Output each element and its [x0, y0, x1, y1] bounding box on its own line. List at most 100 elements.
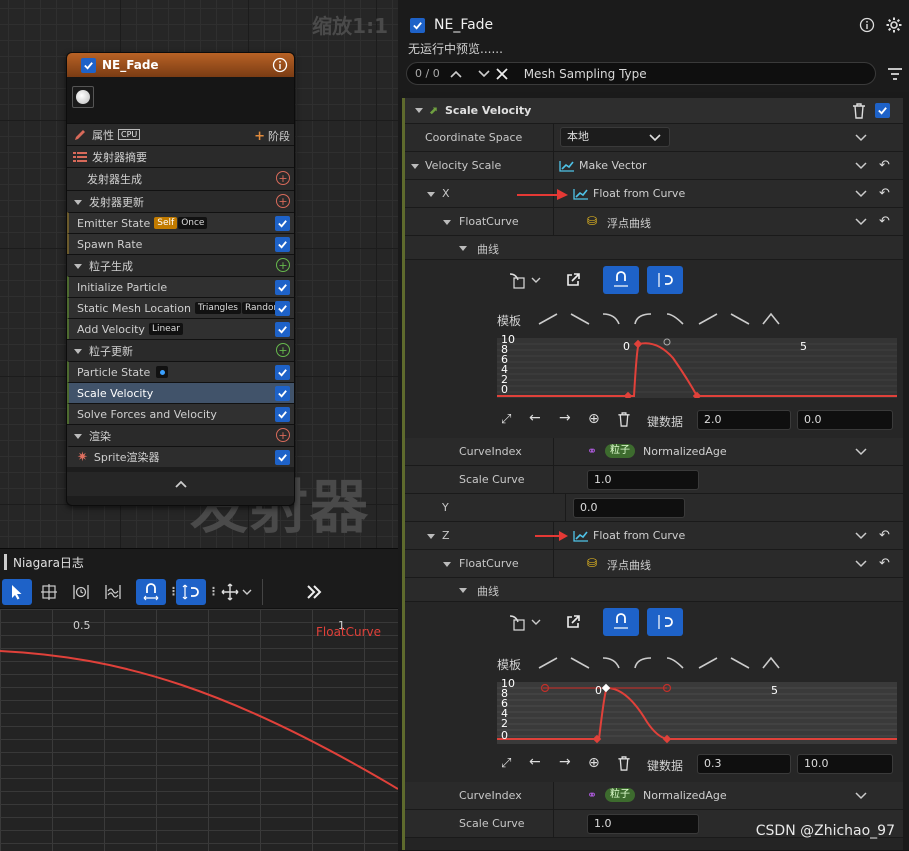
reset-icon[interactable]: ↶ [879, 158, 890, 173]
chevron-down-icon[interactable] [855, 162, 867, 170]
z-value[interactable]: Float from Curve [593, 529, 685, 542]
module-enable-checkbox[interactable] [275, 301, 290, 316]
collapse-arrow-icon[interactable] [443, 220, 451, 225]
floatcurve-value[interactable]: 浮点曲线 [607, 215, 651, 231]
module-enable-checkbox[interactable] [275, 407, 290, 422]
key-time-input[interactable]: 0.3 [697, 754, 791, 774]
curveindex-value[interactable]: NormalizedAge [643, 445, 727, 458]
curve-templates[interactable] [535, 310, 785, 328]
float-curve-line[interactable] [0, 609, 398, 851]
fit-view-icon[interactable]: ⤢ [501, 756, 511, 771]
module-enable-checkbox[interactable] [275, 322, 290, 337]
gear-icon[interactable] [885, 16, 903, 34]
curve-tangent-dropdown[interactable] [501, 266, 547, 294]
module-enable-checkbox[interactable] [275, 280, 290, 295]
retime-tool-button[interactable] [66, 579, 96, 605]
collapse-arrow-icon[interactable] [73, 261, 83, 271]
coordinate-space-dropdown[interactable]: 本地 [560, 127, 670, 147]
collapse-arrow-icon[interactable] [411, 164, 419, 169]
chevron-down-icon[interactable] [855, 448, 867, 456]
trash-icon[interactable] [852, 103, 866, 119]
filter-icon[interactable] [887, 67, 903, 81]
module-enable-checkbox[interactable] [275, 365, 290, 380]
add-module-button[interactable]: + [276, 194, 290, 208]
collapse-node-button[interactable] [67, 472, 294, 496]
module-sprite-renderer[interactable]: ✷ Sprite渲染器 [67, 446, 294, 467]
snap-value-button[interactable] [603, 608, 639, 636]
snap-time-button[interactable] [647, 608, 683, 636]
x-value[interactable]: Float from Curve [593, 187, 685, 200]
snap-time-button[interactable] [647, 266, 683, 294]
info-icon[interactable] [859, 17, 875, 33]
more-options-icon[interactable]: ⋮ [168, 585, 179, 598]
search-bar[interactable]: 0 / 0 Mesh Sampling Type [406, 62, 876, 85]
open-curve-editor-button[interactable] [555, 608, 591, 636]
search-next-icon[interactable] [478, 69, 490, 78]
properties-row[interactable]: 属性 CPU + 阶段 [67, 123, 294, 145]
chevron-down-icon[interactable] [855, 560, 867, 568]
prev-key-icon[interactable]: ← [529, 754, 541, 770]
section-emitter-update[interactable]: 发射器更新 + [67, 190, 294, 212]
module-solve-forces[interactable]: Solve Forces and Velocity [67, 403, 294, 424]
emitter-summary-row[interactable]: 发射器摘要 [67, 145, 294, 167]
x-curve-graph[interactable]: 10 8 6 4 2 0 0 5 [497, 334, 897, 398]
collapse-arrow-icon[interactable] [415, 108, 423, 113]
chevron-down-icon[interactable] [855, 190, 867, 198]
log-tab[interactable]: Niagara日志 [0, 549, 398, 575]
chevron-down-icon[interactable] [855, 532, 867, 540]
multi-select-tool-button[interactable] [98, 579, 128, 605]
emitter-enable-checkbox[interactable] [410, 18, 425, 33]
scalecurve-input[interactable]: 1.0 [587, 470, 699, 490]
module-enable-checkbox[interactable] [275, 237, 290, 252]
z-curve-graph[interactable]: 10 8 6 4 2 0 0 5 [497, 678, 897, 744]
clear-search-icon[interactable] [496, 67, 508, 80]
curve-templates[interactable] [535, 654, 785, 672]
info-icon[interactable] [272, 57, 288, 73]
curve-graph-view[interactable]: 0.5 1 FloatCurve [0, 609, 398, 851]
scalecurve-input[interactable]: 1.0 [587, 814, 699, 834]
collapse-arrow-icon[interactable] [443, 562, 451, 567]
trash-icon[interactable] [617, 412, 631, 427]
collapse-arrow-icon[interactable] [427, 192, 435, 197]
prev-key-icon[interactable]: ← [529, 410, 541, 426]
velocity-scale-value[interactable]: Make Vector [579, 159, 647, 172]
module-header-scale-velocity[interactable]: ⬈ Scale Velocity [405, 98, 903, 124]
reset-icon[interactable]: ↶ [879, 214, 890, 229]
module-particle-state[interactable]: Particle State [67, 361, 294, 382]
fit-view-icon[interactable]: ⤢ [501, 412, 511, 427]
add-key-icon[interactable]: ⊕ [588, 411, 600, 427]
search-input[interactable]: Mesh Sampling Type [524, 67, 647, 81]
module-add-velocity[interactable]: Add Velocity Linear [67, 318, 294, 339]
module-enable-checkbox[interactable] [875, 103, 890, 118]
search-prev-icon[interactable] [450, 70, 462, 78]
next-key-icon[interactable]: → [559, 754, 571, 770]
module-spawn-rate[interactable]: Spawn Rate [67, 233, 294, 254]
module-enable-checkbox[interactable] [275, 450, 290, 465]
transform-tool-button[interactable] [34, 579, 64, 605]
chevron-down-icon[interactable] [855, 792, 867, 800]
module-scale-velocity[interactable]: Scale Velocity [67, 382, 294, 403]
curve-tangent-dropdown[interactable] [501, 608, 547, 636]
module-initialize-particle[interactable]: Initialize Particle [67, 276, 294, 297]
pan-mode-dropdown[interactable] [216, 579, 256, 605]
add-module-button[interactable]: + [276, 258, 290, 272]
section-particle-spawn[interactable]: 粒子生成 + [67, 254, 294, 276]
emitter-graph-canvas[interactable]: 缩放1:1 发射器 NE_Fade 属性 CPU + 阶段 发射器摘要 发射器生… [0, 0, 398, 548]
reset-icon[interactable]: ↶ [879, 528, 890, 543]
key-value-input[interactable]: 0.0 [797, 410, 893, 430]
curveindex-value[interactable]: NormalizedAge [643, 789, 727, 802]
reset-icon[interactable]: ↶ [879, 556, 890, 571]
section-emitter-spawn[interactable]: 发射器生成 + [67, 167, 294, 190]
collapse-arrow-icon[interactable] [73, 431, 83, 441]
stage-button[interactable]: + 阶段 [254, 128, 290, 144]
snap-value-button[interactable] [136, 578, 166, 605]
chevron-down-icon[interactable] [855, 134, 867, 142]
section-render[interactable]: 渲染 + [67, 424, 294, 446]
add-module-button[interactable]: + [276, 171, 290, 185]
snap-time-button[interactable] [176, 578, 206, 605]
add-module-button[interactable]: + [276, 428, 290, 442]
section-particle-update[interactable]: 粒子更新 + [67, 339, 294, 361]
module-static-mesh-location[interactable]: Static Mesh Location Triangles Random [67, 297, 294, 318]
module-enable-checkbox[interactable] [275, 216, 290, 231]
y-input[interactable]: 0.0 [573, 498, 685, 518]
